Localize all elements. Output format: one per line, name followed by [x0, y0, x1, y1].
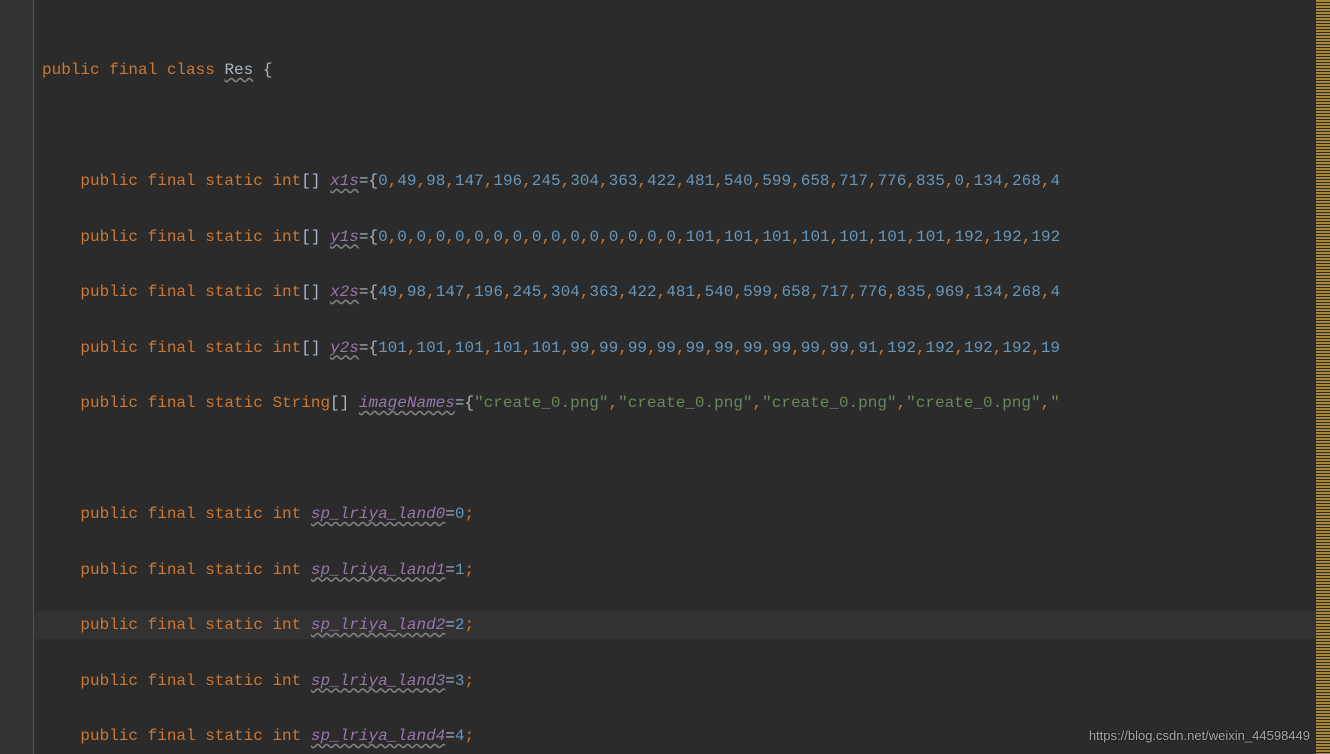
const-value: 4: [455, 727, 465, 745]
field-modifiers: public final static int: [80, 339, 301, 357]
field-x1s: x1s: [330, 172, 359, 190]
const-line: public final static int sp_lriya_land1=1…: [42, 556, 1330, 584]
field-y1s: y1s: [330, 228, 359, 246]
field-x2s: x2s: [330, 283, 359, 301]
const-modifiers: public final static int: [80, 616, 301, 634]
field-imageNames: imageNames: [359, 394, 455, 412]
const-modifiers: public final static int: [80, 672, 301, 690]
class-name: Res: [224, 61, 253, 79]
field-modifiers: public final static int: [80, 172, 301, 190]
field-modifiers: public final static int: [80, 283, 301, 301]
const-name: sp_lriya_land2: [311, 616, 445, 634]
const-name: sp_lriya_land4: [311, 727, 445, 745]
const-value: 1: [455, 561, 465, 579]
field-modifiers: public final static String: [80, 394, 330, 412]
const-line: public final static int sp_lriya_land0=0…: [42, 500, 1330, 528]
const-value: 3: [455, 672, 465, 690]
editor: public final class Res { public final st…: [0, 0, 1330, 754]
const-value: 0: [455, 505, 465, 523]
minimap-scrollbar[interactable]: [1316, 0, 1330, 754]
brace-open: {: [253, 61, 272, 79]
watermark: https://blog.csdn.net/weixin_44598449: [1089, 725, 1310, 748]
class-modifiers: public final class: [42, 61, 215, 79]
const-value: 2: [455, 616, 465, 634]
const-modifiers: public final static int: [80, 727, 301, 745]
const-name: sp_lriya_land3: [311, 672, 445, 690]
const-modifiers: public final static int: [80, 561, 301, 579]
const-name: sp_lriya_land0: [311, 505, 445, 523]
const-line: public final static int sp_lriya_land3=3…: [42, 667, 1330, 695]
code-area[interactable]: public final class Res { public final st…: [34, 0, 1330, 754]
const-line: public final static int sp_lriya_land2=2…: [34, 611, 1330, 639]
gutter[interactable]: [0, 0, 34, 754]
field-y2s: y2s: [330, 339, 359, 357]
const-name: sp_lriya_land1: [311, 561, 445, 579]
field-modifiers: public final static int: [80, 228, 301, 246]
const-modifiers: public final static int: [80, 505, 301, 523]
